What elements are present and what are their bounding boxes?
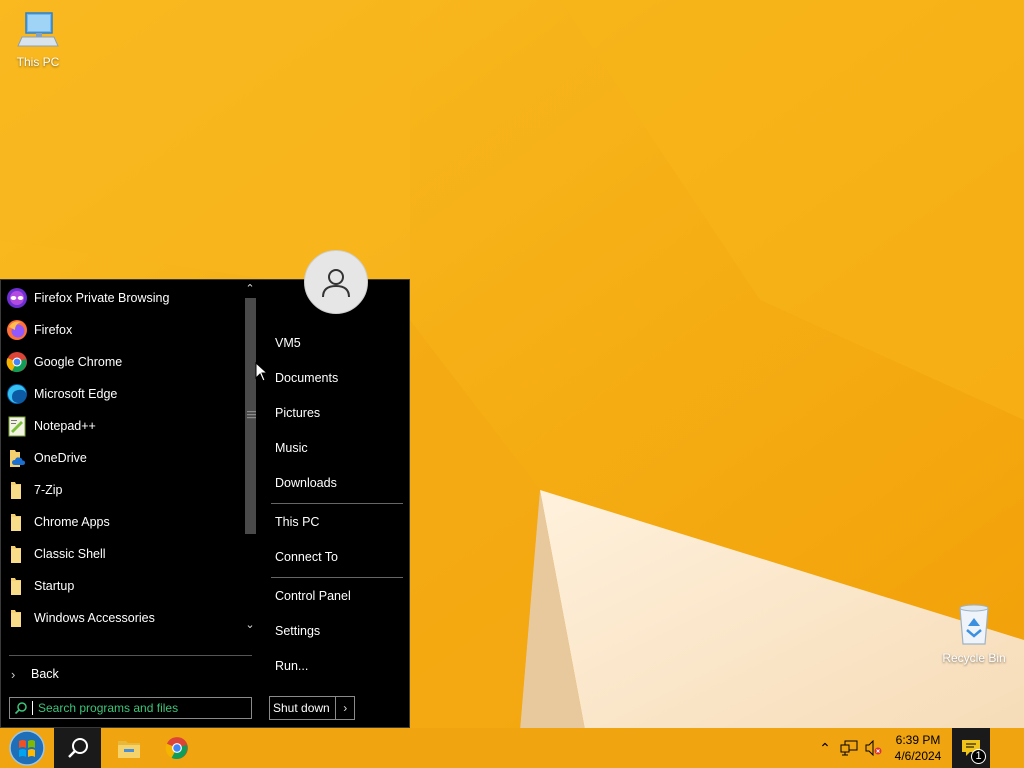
taskbar-search-button[interactable] — [54, 728, 101, 768]
program-item-google-chrome[interactable]: Google Chrome — [1, 346, 241, 378]
network-tray-button[interactable] — [838, 728, 860, 768]
file-explorer-icon — [118, 741, 140, 758]
taskbar-file-explorer[interactable] — [110, 728, 148, 768]
shutdown-button[interactable]: Shut down › — [269, 696, 355, 720]
shutdown-options-chevron-icon[interactable]: › — [335, 697, 354, 719]
desktop-icon-this-pc[interactable]: This PC — [0, 10, 76, 69]
divider — [271, 503, 403, 504]
onedrive-folder-icon — [5, 446, 29, 470]
menu-item-music[interactable]: Music — [275, 438, 308, 458]
taskbar: ⌃ 6:39 PM 4/6/2024 1 — [0, 728, 1024, 768]
folder-icon — [5, 542, 29, 566]
menu-item-connect-to[interactable]: Connect To — [275, 547, 338, 567]
chrome-icon — [165, 737, 188, 759]
divider — [9, 655, 252, 656]
menu-item-this-pc[interactable]: This PC — [275, 512, 319, 532]
divider — [271, 577, 403, 578]
menu-item-settings[interactable]: Settings — [275, 621, 320, 641]
text-caret — [32, 701, 33, 715]
search-input[interactable] — [38, 701, 238, 715]
folder-icon — [5, 574, 29, 598]
user-icon — [322, 269, 350, 298]
program-item-windows-accessories[interactable]: Windows Accessories — [1, 602, 241, 634]
mouse-cursor-icon — [255, 362, 269, 382]
windows-orb-icon — [9, 730, 45, 766]
network-icon — [840, 740, 858, 756]
menu-item-documents[interactable]: Documents — [275, 368, 338, 388]
search-icon — [10, 701, 32, 715]
menu-item-run[interactable]: Run... — [275, 656, 308, 676]
edge-icon — [5, 382, 29, 406]
taskbar-chrome[interactable] — [158, 728, 196, 768]
menu-item-control-panel[interactable]: Control Panel — [275, 586, 351, 606]
chevron-right-icon: › — [11, 666, 16, 682]
chevron-up-icon: ⌃ — [819, 739, 831, 756]
program-item-notepad-plus-plus[interactable]: Notepad++ — [1, 410, 241, 442]
clock-date: 4/6/2024 — [894, 749, 942, 763]
scroll-up-icon[interactable]: ⌃ — [243, 282, 257, 295]
show-hidden-icons-button[interactable]: ⌃ — [814, 728, 836, 768]
scroll-down-icon[interactable]: ⌄ — [243, 618, 257, 631]
program-item-startup[interactable]: Startup — [1, 570, 241, 602]
volume-muted-icon — [865, 740, 882, 756]
search-icon — [67, 738, 88, 758]
scrollbar-grip-icon[interactable]: — — — — [247, 407, 256, 422]
back-button[interactable]: › Back — [9, 662, 249, 686]
menu-item-user-folder[interactable]: VM5 — [275, 333, 301, 353]
menu-item-pictures[interactable]: Pictures — [275, 403, 320, 423]
volume-tray-button[interactable] — [862, 728, 884, 768]
chrome-icon — [5, 350, 29, 374]
desktop-icon-recycle-bin[interactable]: Recycle Bin — [936, 602, 1012, 665]
program-item-firefox[interactable]: Firefox — [1, 314, 241, 346]
start-button[interactable] — [4, 728, 50, 768]
folder-icon — [5, 606, 29, 630]
show-desktop-button[interactable] — [996, 728, 1024, 768]
computer-icon — [0, 10, 76, 53]
program-list: Firefox Private Browsing Firefox Google … — [1, 282, 241, 634]
search-box[interactable] — [9, 697, 252, 719]
notification-count-badge: 1 — [971, 749, 986, 764]
desktop-icon-label: This PC — [16, 55, 60, 69]
program-item-chrome-apps[interactable]: Chrome Apps — [1, 506, 241, 538]
start-menu: Firefox Private Browsing Firefox Google … — [0, 279, 410, 728]
action-center-button[interactable]: 1 — [952, 728, 990, 768]
desktop-icon-label: Recycle Bin — [942, 651, 1006, 665]
clock-time: 6:39 PM — [895, 733, 941, 747]
notepadpp-icon — [5, 414, 29, 438]
recycle-bin-icon — [936, 602, 1012, 649]
program-item-onedrive[interactable]: OneDrive — [1, 442, 241, 474]
firefox-private-icon — [5, 286, 29, 310]
program-item-classic-shell[interactable]: Classic Shell — [1, 538, 241, 570]
clock[interactable]: 6:39 PM 4/6/2024 — [888, 728, 948, 768]
program-item-7-zip[interactable]: 7-Zip — [1, 474, 241, 506]
user-avatar[interactable] — [304, 250, 368, 314]
menu-item-downloads[interactable]: Downloads — [275, 473, 337, 493]
folder-icon — [5, 478, 29, 502]
program-item-microsoft-edge[interactable]: Microsoft Edge — [1, 378, 241, 410]
folder-icon — [5, 510, 29, 534]
firefox-icon — [5, 318, 29, 342]
program-item-firefox-private[interactable]: Firefox Private Browsing — [1, 282, 241, 314]
